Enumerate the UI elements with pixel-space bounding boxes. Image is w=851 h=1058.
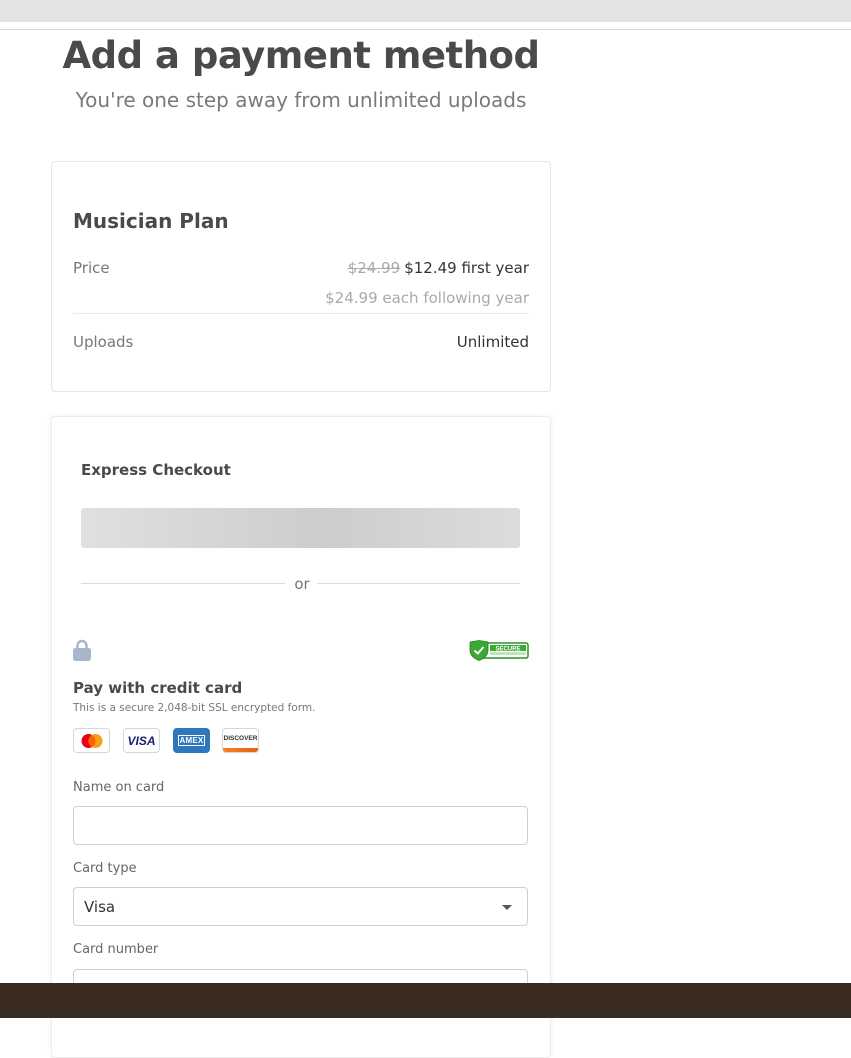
card-number-label: Card number xyxy=(73,942,159,957)
lock-icon xyxy=(73,639,91,661)
discount-price: $12.49 first year xyxy=(404,259,529,277)
amex-icon: AMEX xyxy=(173,728,210,753)
original-price: $24.99 xyxy=(347,259,401,277)
credit-card-title: Pay with credit card xyxy=(73,679,243,697)
plan-name: Musician Plan xyxy=(73,209,229,233)
card-type-select[interactable]: Visa xyxy=(73,887,528,926)
ssl-note: This is a secure 2,048-bit SSL encrypted… xyxy=(73,702,316,714)
plan-divider xyxy=(73,313,529,314)
or-divider-right xyxy=(317,583,520,584)
secure-ssl-badge-icon: SECURE xyxy=(469,640,529,661)
uploads-value: Unlimited xyxy=(456,333,529,351)
browser-top-bar xyxy=(0,0,851,22)
page-subtitle: You're one step away from unlimited uplo… xyxy=(75,88,527,112)
chevron-down-icon xyxy=(502,905,512,910)
price-value: $24.99 $12.49 first year xyxy=(348,259,529,277)
or-divider-left xyxy=(81,583,285,584)
discover-icon: DISCOVER xyxy=(222,728,259,753)
page-title: Add a payment method xyxy=(62,34,540,77)
express-checkout-title: Express Checkout xyxy=(81,461,231,479)
card-type-label: Card type xyxy=(73,861,137,876)
express-checkout-button[interactable] xyxy=(81,508,520,548)
secure-badge-text: SECURE xyxy=(495,646,520,652)
or-text: or xyxy=(294,575,310,593)
footer-bar xyxy=(0,983,851,1018)
amex-logo-text: AMEX xyxy=(177,735,206,746)
top-divider xyxy=(0,29,851,30)
visa-logo-text: VISA xyxy=(127,733,156,748)
following-price: $24.99 each following year xyxy=(325,289,529,307)
card-type-value: Visa xyxy=(84,898,116,916)
plan-summary-card: Musician Plan Price $24.99 $12.49 first y… xyxy=(51,161,551,392)
name-on-card-input[interactable] xyxy=(73,806,528,845)
discover-logo-text: DISCOVER xyxy=(223,735,258,742)
uploads-label: Uploads xyxy=(73,333,134,351)
mastercard-icon xyxy=(73,728,110,753)
payment-card: Express Checkout or SECURE Pay with cred… xyxy=(51,416,551,1058)
name-on-card-label: Name on card xyxy=(73,780,165,795)
price-label: Price xyxy=(73,259,110,277)
visa-icon: VISA xyxy=(123,728,160,753)
